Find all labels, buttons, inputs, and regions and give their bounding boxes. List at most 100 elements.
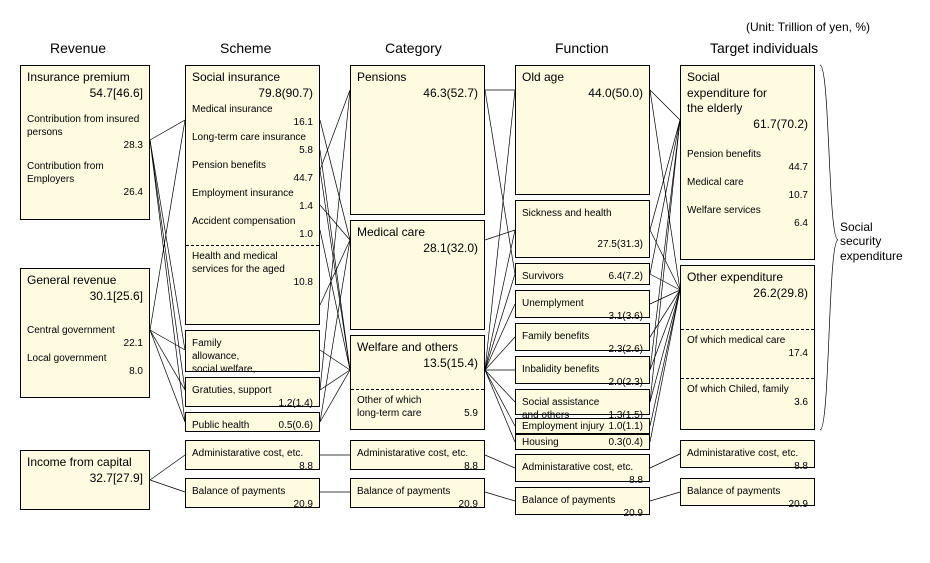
function-admin-value: 8.8 [522, 474, 643, 487]
function-survivors: Survivors6.4(7.2) [515, 263, 650, 285]
inbalidity-label: Inbalidity benefits [522, 363, 599, 376]
other-exp-value: 26.2(29.8) [687, 286, 808, 302]
unemployment-label: Unemplyment [522, 297, 584, 310]
employers-label: Contribution from Employers [27, 160, 143, 186]
general-revenue-value: 30.1[25.6] [27, 289, 143, 305]
other-child-value: 3.6 [687, 396, 808, 409]
income-capital-title: Income from capital [27, 455, 143, 471]
revenue-general: General revenue 30.1[25.6] Central gover… [20, 268, 150, 398]
insured-persons-value: 28.3 [27, 139, 143, 152]
function-inbalidity: Inbalidity benefits 2.0(2.3) [515, 356, 650, 384]
employment-insurance-value: 1.4 [192, 200, 313, 213]
function-admin-label: Administarative cost, etc. [522, 461, 633, 474]
elderly-medical-label: Medical care [687, 176, 744, 189]
medical-insurance-label: Medical insurance [192, 103, 273, 116]
scheme-admin: Administarative cost, etc. 8.8 [185, 440, 320, 470]
income-capital-value: 32.7[27.9] [27, 471, 143, 487]
scheme-balance-label: Balance of payments [192, 485, 285, 498]
gratuities-value: 1.2(1.4) [192, 397, 313, 410]
category-balance: Balance of payments 20.9 [350, 478, 485, 508]
function-social-assist: Social assistance and others1.3(1.5) [515, 389, 650, 415]
emp-injury-label: Employment injury [522, 420, 604, 433]
survivors-label: Survivors [522, 270, 564, 283]
category-balance-value: 20.9 [357, 498, 478, 511]
function-emp-injury: Employment injury 1.0(1.1) [515, 418, 650, 434]
target-admin-value: 8.8 [687, 460, 808, 473]
pension-benefits-value: 44.7 [192, 172, 313, 185]
scheme-balance-value: 20.9 [192, 498, 313, 511]
function-family: Family benefits 2.3(2.6) [515, 323, 650, 351]
elderly-medical-value: 10.7 [687, 189, 808, 202]
emp-injury-value: 1.0(1.1) [609, 420, 643, 433]
scheme-family-allowance: Family allowance, social welfare, public… [185, 330, 320, 372]
oldage-title: Old age [522, 70, 643, 86]
longterm-care-value: 5.8 [192, 144, 313, 157]
oldage-value: 44.0(50.0) [522, 86, 643, 102]
target-balance-label: Balance of payments [687, 485, 780, 498]
header-target: Target individuals [710, 40, 818, 56]
inbalidity-value: 2.0(2.3) [522, 376, 643, 389]
header-revenue: Revenue [50, 40, 106, 56]
medical-care-title: Medical care [357, 225, 478, 241]
central-gov-value: 22.1 [27, 337, 143, 350]
sickness-value: 27.5(31.3) [522, 238, 643, 251]
longterm-care-label: Long-term care insurance [192, 131, 306, 144]
welfare-sub-value: 5.9 [464, 407, 478, 420]
welfare-title: Welfare and others [357, 340, 478, 356]
target-elderly: Social expenditure for the elderly 61.7(… [680, 65, 815, 260]
function-balance-label: Balance of payments [522, 494, 615, 507]
function-balance: Balance of payments 20.9 [515, 487, 650, 515]
category-admin-value: 8.8 [357, 460, 478, 473]
category-pensions: Pensions 46.3(52.7) [350, 65, 485, 215]
scheme-admin-label: Administarative cost, etc. [192, 447, 303, 460]
scheme-admin-value: 8.8 [192, 460, 313, 473]
target-admin: Administarative cost, etc. 8.8 [680, 440, 815, 468]
social-insurance-value: 79.8(90.7) [192, 86, 313, 102]
general-revenue-title: General revenue [27, 273, 143, 289]
insured-persons-label: Contribution from insured persons [27, 113, 143, 139]
elderly-value: 61.7(70.2) [687, 117, 808, 133]
header-scheme: Scheme [220, 40, 271, 56]
target-balance-value: 20.9 [687, 498, 808, 511]
welfare-sub-label: Other of which long-term care [357, 394, 437, 420]
revenue-income-capital: Income from capital 32.7[27.9] [20, 450, 150, 510]
header-category: Category [385, 40, 442, 56]
target-balance: Balance of payments 20.9 [680, 478, 815, 506]
pensions-title: Pensions [357, 70, 478, 86]
category-admin: Administarative cost, etc. 8.8 [350, 440, 485, 470]
function-housing: Housing0.3(0.4) [515, 434, 650, 450]
medical-care-value: 28.1(32.0) [357, 241, 478, 257]
accident-comp-value: 1.0 [192, 228, 313, 241]
scheme-balance: Balance of payments 20.9 [185, 478, 320, 508]
welfare-value: 13.5(15.4) [357, 356, 478, 372]
employment-insurance-label: Employment insurance [192, 187, 294, 200]
family-benefits-label: Family benefits [522, 330, 589, 343]
unemployment-value: 3.1(3.6) [522, 310, 643, 323]
health-aged-value: 10.8 [192, 276, 313, 289]
function-sickness: Sickness and health 27.5(31.3) [515, 200, 650, 258]
elderly-title: Social expenditure for the elderly [687, 70, 777, 117]
target-admin-label: Administarative cost, etc. [687, 447, 798, 460]
family-benefits-value: 2.3(2.6) [522, 343, 643, 356]
other-medical-value: 17.4 [687, 347, 808, 360]
accident-comp-label: Accident compensation [192, 215, 295, 228]
gratuities-label: Gratuties, support [192, 384, 271, 397]
insurance-premium-value: 54.7[46.6] [27, 86, 143, 102]
target-other: Other expenditure 26.2(29.8) Of which me… [680, 265, 815, 430]
other-medical-label: Of which medical care [687, 334, 785, 347]
scheme-public-health: Public health 0.5(0.6) [185, 412, 320, 432]
function-unemployment: Unemplyment 3.1(3.6) [515, 290, 650, 318]
elderly-pension-label: Pension benefits [687, 148, 761, 161]
housing-value: 0.3(0.4) [609, 436, 643, 449]
header-function: Function [555, 40, 609, 56]
employers-value: 26.4 [27, 186, 143, 199]
elderly-welfare-label: Welfare services [687, 204, 761, 217]
public-health-value: 0.5(0.6) [279, 419, 313, 432]
public-health-label: Public health [192, 419, 249, 432]
medical-insurance-value: 16.1 [192, 116, 313, 129]
elderly-pension-value: 44.7 [687, 161, 808, 174]
other-exp-title: Other expenditure [687, 270, 808, 286]
pensions-value: 46.3(52.7) [357, 86, 478, 102]
insurance-premium-title: Insurance premium [27, 70, 143, 86]
central-gov-label: Central government [27, 324, 115, 337]
